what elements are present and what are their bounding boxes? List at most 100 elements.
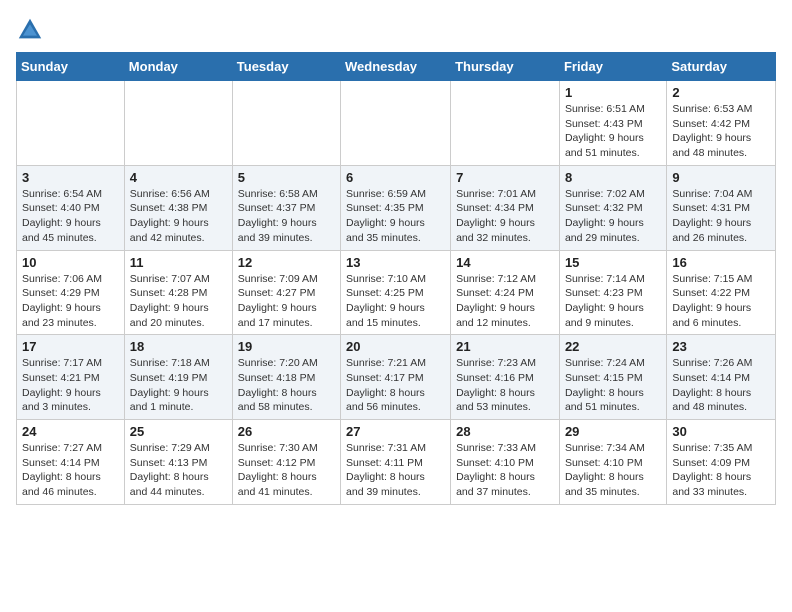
calendar-cell: 9 Sunrise: 7:04 AM Sunset: 4:31 PM Daylig… bbox=[667, 165, 776, 250]
calendar-cell: 5 Sunrise: 6:58 AM Sunset: 4:37 PM Daylig… bbox=[232, 165, 340, 250]
day-number: 27 bbox=[346, 424, 445, 439]
day-info: Sunrise: 7:02 AM Sunset: 4:32 PM Dayligh… bbox=[565, 187, 661, 246]
calendar-cell bbox=[341, 81, 451, 166]
calendar-cell: 14 Sunrise: 7:12 AM Sunset: 4:24 PM Dayli… bbox=[451, 250, 560, 335]
day-number: 29 bbox=[565, 424, 661, 439]
calendar-header-friday: Friday bbox=[559, 53, 666, 81]
day-info: Sunrise: 6:53 AM Sunset: 4:42 PM Dayligh… bbox=[672, 102, 770, 161]
day-number: 3 bbox=[22, 170, 119, 185]
calendar-cell bbox=[232, 81, 340, 166]
calendar-week-row-3: 17 Sunrise: 7:17 AM Sunset: 4:21 PM Dayli… bbox=[17, 335, 776, 420]
day-info: Sunrise: 7:21 AM Sunset: 4:17 PM Dayligh… bbox=[346, 356, 445, 415]
calendar-header-saturday: Saturday bbox=[667, 53, 776, 81]
day-number: 19 bbox=[238, 339, 335, 354]
calendar-cell: 26Sunrise: 7:30 AM Sunset: 4:12 PM Dayli… bbox=[232, 420, 340, 505]
calendar-cell: 6 Sunrise: 6:59 AM Sunset: 4:35 PM Daylig… bbox=[341, 165, 451, 250]
day-number: 15 bbox=[565, 255, 661, 270]
day-info: Sunrise: 7:07 AM Sunset: 4:28 PM Dayligh… bbox=[130, 272, 227, 331]
logo bbox=[16, 16, 48, 44]
day-info: Sunrise: 7:34 AM Sunset: 4:10 PM Dayligh… bbox=[565, 441, 661, 500]
day-number: 4 bbox=[130, 170, 227, 185]
calendar-cell: 3 Sunrise: 6:54 AM Sunset: 4:40 PM Daylig… bbox=[17, 165, 125, 250]
calendar-week-row-4: 24 Sunrise: 7:27 AM Sunset: 4:14 PM Dayli… bbox=[17, 420, 776, 505]
day-number: 8 bbox=[565, 170, 661, 185]
day-number: 5 bbox=[238, 170, 335, 185]
calendar-cell: 10 Sunrise: 7:06 AM Sunset: 4:29 PM Dayli… bbox=[17, 250, 125, 335]
day-info: Sunrise: 7:17 AM Sunset: 4:21 PM Dayligh… bbox=[22, 356, 119, 415]
day-info: Sunrise: 7:18 AM Sunset: 4:19 PM Dayligh… bbox=[130, 356, 227, 415]
day-number: 25 bbox=[130, 424, 227, 439]
calendar-cell: 16 Sunrise: 7:15 AM Sunset: 4:22 PM Dayli… bbox=[667, 250, 776, 335]
day-number: 28 bbox=[456, 424, 554, 439]
day-info: Sunrise: 7:15 AM Sunset: 4:22 PM Dayligh… bbox=[672, 272, 770, 331]
calendar-cell: 4Sunrise: 6:56 AM Sunset: 4:38 PM Daylig… bbox=[124, 165, 232, 250]
day-number: 26 bbox=[238, 424, 335, 439]
calendar-cell: 2 Sunrise: 6:53 AM Sunset: 4:42 PM Daylig… bbox=[667, 81, 776, 166]
day-number: 21 bbox=[456, 339, 554, 354]
day-number: 11 bbox=[130, 255, 227, 270]
day-info: Sunrise: 7:14 AM Sunset: 4:23 PM Dayligh… bbox=[565, 272, 661, 331]
day-info: Sunrise: 6:54 AM Sunset: 4:40 PM Dayligh… bbox=[22, 187, 119, 246]
day-info: Sunrise: 7:29 AM Sunset: 4:13 PM Dayligh… bbox=[130, 441, 227, 500]
day-number: 7 bbox=[456, 170, 554, 185]
day-number: 17 bbox=[22, 339, 119, 354]
day-number: 2 bbox=[672, 85, 770, 100]
day-info: Sunrise: 6:51 AM Sunset: 4:43 PM Dayligh… bbox=[565, 102, 661, 161]
calendar-cell: 30 Sunrise: 7:35 AM Sunset: 4:09 PM Dayli… bbox=[667, 420, 776, 505]
calendar-cell: 25 Sunrise: 7:29 AM Sunset: 4:13 PM Dayli… bbox=[124, 420, 232, 505]
day-info: Sunrise: 7:27 AM Sunset: 4:14 PM Dayligh… bbox=[22, 441, 119, 500]
calendar-cell: 1 Sunrise: 6:51 AM Sunset: 4:43 PM Daylig… bbox=[559, 81, 666, 166]
day-info: Sunrise: 7:06 AM Sunset: 4:29 PM Dayligh… bbox=[22, 272, 119, 331]
calendar-week-row-2: 10 Sunrise: 7:06 AM Sunset: 4:29 PM Dayli… bbox=[17, 250, 776, 335]
header bbox=[16, 16, 776, 44]
day-number: 13 bbox=[346, 255, 445, 270]
calendar-cell: 29 Sunrise: 7:34 AM Sunset: 4:10 PM Dayli… bbox=[559, 420, 666, 505]
calendar-cell bbox=[17, 81, 125, 166]
calendar-cell: 27 Sunrise: 7:31 AM Sunset: 4:11 PM Dayli… bbox=[341, 420, 451, 505]
day-number: 30 bbox=[672, 424, 770, 439]
day-number: 20 bbox=[346, 339, 445, 354]
day-number: 23 bbox=[672, 339, 770, 354]
calendar-cell: 15 Sunrise: 7:14 AM Sunset: 4:23 PM Dayli… bbox=[559, 250, 666, 335]
calendar-cell: 11 Sunrise: 7:07 AM Sunset: 4:28 PM Dayli… bbox=[124, 250, 232, 335]
day-info: Sunrise: 6:58 AM Sunset: 4:37 PM Dayligh… bbox=[238, 187, 335, 246]
calendar-cell bbox=[124, 81, 232, 166]
calendar-header-sunday: Sunday bbox=[17, 53, 125, 81]
calendar-cell: 7 Sunrise: 7:01 AM Sunset: 4:34 PM Daylig… bbox=[451, 165, 560, 250]
day-info: Sunrise: 7:35 AM Sunset: 4:09 PM Dayligh… bbox=[672, 441, 770, 500]
day-number: 16 bbox=[672, 255, 770, 270]
calendar-cell: 28 Sunrise: 7:33 AM Sunset: 4:10 PM Dayli… bbox=[451, 420, 560, 505]
logo-icon bbox=[16, 16, 44, 44]
calendar-cell: 20 Sunrise: 7:21 AM Sunset: 4:17 PM Dayli… bbox=[341, 335, 451, 420]
calendar-week-row-1: 3 Sunrise: 6:54 AM Sunset: 4:40 PM Daylig… bbox=[17, 165, 776, 250]
day-info: Sunrise: 7:33 AM Sunset: 4:10 PM Dayligh… bbox=[456, 441, 554, 500]
day-number: 10 bbox=[22, 255, 119, 270]
day-number: 24 bbox=[22, 424, 119, 439]
day-number: 9 bbox=[672, 170, 770, 185]
calendar-week-row-0: 1 Sunrise: 6:51 AM Sunset: 4:43 PM Daylig… bbox=[17, 81, 776, 166]
day-info: Sunrise: 7:31 AM Sunset: 4:11 PM Dayligh… bbox=[346, 441, 445, 500]
day-number: 22 bbox=[565, 339, 661, 354]
day-number: 14 bbox=[456, 255, 554, 270]
day-info: Sunrise: 7:26 AM Sunset: 4:14 PM Dayligh… bbox=[672, 356, 770, 415]
calendar-cell: 23 Sunrise: 7:26 AM Sunset: 4:14 PM Dayli… bbox=[667, 335, 776, 420]
day-info: Sunrise: 6:59 AM Sunset: 4:35 PM Dayligh… bbox=[346, 187, 445, 246]
calendar-header-tuesday: Tuesday bbox=[232, 53, 340, 81]
calendar-cell: 18Sunrise: 7:18 AM Sunset: 4:19 PM Dayli… bbox=[124, 335, 232, 420]
day-number: 1 bbox=[565, 85, 661, 100]
calendar-cell: 19 Sunrise: 7:20 AM Sunset: 4:18 PM Dayli… bbox=[232, 335, 340, 420]
calendar-cell bbox=[451, 81, 560, 166]
day-info: Sunrise: 7:10 AM Sunset: 4:25 PM Dayligh… bbox=[346, 272, 445, 331]
calendar-cell: 12Sunrise: 7:09 AM Sunset: 4:27 PM Dayli… bbox=[232, 250, 340, 335]
calendar-cell: 17 Sunrise: 7:17 AM Sunset: 4:21 PM Dayli… bbox=[17, 335, 125, 420]
calendar-table: SundayMondayTuesdayWednesdayThursdayFrid… bbox=[16, 52, 776, 505]
calendar-header-thursday: Thursday bbox=[451, 53, 560, 81]
calendar-cell: 8 Sunrise: 7:02 AM Sunset: 4:32 PM Daylig… bbox=[559, 165, 666, 250]
day-info: Sunrise: 7:23 AM Sunset: 4:16 PM Dayligh… bbox=[456, 356, 554, 415]
day-info: Sunrise: 7:20 AM Sunset: 4:18 PM Dayligh… bbox=[238, 356, 335, 415]
day-info: Sunrise: 7:04 AM Sunset: 4:31 PM Dayligh… bbox=[672, 187, 770, 246]
day-number: 6 bbox=[346, 170, 445, 185]
day-info: Sunrise: 7:12 AM Sunset: 4:24 PM Dayligh… bbox=[456, 272, 554, 331]
day-info: Sunrise: 7:24 AM Sunset: 4:15 PM Dayligh… bbox=[565, 356, 661, 415]
day-info: Sunrise: 7:01 AM Sunset: 4:34 PM Dayligh… bbox=[456, 187, 554, 246]
